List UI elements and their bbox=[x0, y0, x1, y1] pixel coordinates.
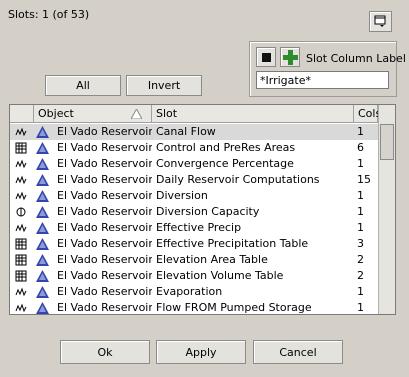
object-cell: El Vado Reservoir bbox=[57, 237, 152, 250]
object-cell: El Vado Reservoir bbox=[57, 301, 152, 314]
object-type-icon bbox=[36, 270, 49, 285]
table-row[interactable]: El Vado Reservoir Diversion Capacity 1 bbox=[10, 204, 378, 220]
object-cell: El Vado Reservoir bbox=[57, 157, 152, 170]
invert-button[interactable]: Invert bbox=[126, 75, 202, 96]
ok-button[interactable]: Ok bbox=[60, 340, 150, 364]
series-slot-icon bbox=[15, 286, 27, 301]
series-slot-icon bbox=[15, 190, 27, 205]
object-type-icon bbox=[36, 126, 49, 141]
object-type-icon bbox=[36, 142, 49, 157]
object-type-icon bbox=[36, 174, 49, 189]
slot-cell: Flow FROM Pumped Storage bbox=[156, 301, 312, 314]
object-cell: El Vado Reservoir bbox=[57, 141, 152, 154]
cols-column-header[interactable]: Cols bbox=[354, 105, 381, 123]
stop-button[interactable] bbox=[256, 47, 276, 67]
table-row[interactable]: El Vado Reservoir Flow FROM Pumped Storag… bbox=[10, 300, 378, 314]
object-type-icon bbox=[36, 302, 49, 314]
cols-cell: 3 bbox=[357, 237, 364, 250]
cancel-button[interactable]: Cancel bbox=[253, 340, 343, 364]
object-cell: El Vado Reservoir bbox=[57, 173, 152, 186]
slot-column-input[interactable] bbox=[256, 71, 389, 89]
slots-table: Object Slot Cols El Vado Reservoir Canal … bbox=[9, 104, 396, 315]
table-row[interactable]: El Vado Reservoir Control and PreRes Area… bbox=[10, 140, 378, 156]
table-slot-icon bbox=[15, 254, 27, 269]
table-row[interactable]: El Vado Reservoir Diversion 1 bbox=[10, 188, 378, 204]
slot-cell: Elevation Volume Table bbox=[156, 269, 284, 282]
apply-button[interactable]: Apply bbox=[156, 340, 246, 364]
cols-cell: 2 bbox=[357, 253, 364, 266]
agg-slot-icon bbox=[15, 206, 27, 221]
vertical-scrollbar[interactable] bbox=[378, 105, 395, 314]
slot-cell: Diversion Capacity bbox=[156, 205, 260, 218]
object-type-icon bbox=[36, 190, 49, 205]
object-type-icon bbox=[36, 238, 49, 253]
slot-cell: Convergence Percentage bbox=[156, 157, 294, 170]
object-cell: El Vado Reservoir bbox=[57, 125, 152, 138]
slot-cell: Control and PreRes Areas bbox=[156, 141, 296, 154]
object-type-icon bbox=[36, 254, 49, 269]
object-column-header[interactable]: Object bbox=[34, 105, 152, 123]
table-row[interactable]: El Vado Reservoir Daily Reservoir Computa… bbox=[10, 172, 378, 188]
slot-column-header[interactable]: Slot bbox=[152, 105, 354, 123]
series-slot-icon bbox=[15, 222, 27, 237]
plus-icon bbox=[282, 49, 298, 65]
series-slot-icon bbox=[15, 174, 27, 189]
sort-up-icon bbox=[131, 109, 142, 119]
table-slot-icon bbox=[15, 270, 27, 285]
object-cell: El Vado Reservoir bbox=[57, 269, 152, 282]
cols-cell: 1 bbox=[357, 189, 364, 202]
object-cell: El Vado Reservoir bbox=[57, 221, 152, 234]
table-row[interactable]: El Vado Reservoir Elevation Volume Table 2 bbox=[10, 268, 378, 284]
object-cell: El Vado Reservoir bbox=[57, 205, 152, 218]
add-button[interactable] bbox=[280, 47, 300, 67]
table-row[interactable]: El Vado Reservoir Canal Flow 1 bbox=[10, 124, 378, 140]
series-slot-icon bbox=[15, 302, 27, 314]
object-type-icon bbox=[36, 158, 49, 173]
cols-cell: 1 bbox=[357, 157, 364, 170]
table-row[interactable]: El Vado Reservoir Evaporation 1 bbox=[10, 284, 378, 300]
object-type-icon bbox=[36, 286, 49, 301]
slots-count-label: Slots: 1 (of 53) bbox=[8, 8, 90, 21]
scroll-thumb[interactable] bbox=[380, 124, 394, 160]
object-cell: El Vado Reservoir bbox=[57, 189, 152, 202]
cols-cell: 1 bbox=[357, 285, 364, 298]
slot-cell: Elevation Area Table bbox=[156, 253, 268, 266]
table-row[interactable]: El Vado Reservoir Effective Precipitation… bbox=[10, 236, 378, 252]
slot-cell: Evaporation bbox=[156, 285, 223, 298]
series-slot-icon bbox=[15, 158, 27, 173]
cols-cell: 1 bbox=[357, 301, 364, 314]
cols-cell: 2 bbox=[357, 269, 364, 282]
object-cell: El Vado Reservoir bbox=[57, 285, 152, 298]
table-row[interactable]: El Vado Reservoir Effective Precip 1 bbox=[10, 220, 378, 236]
slot-cell: Effective Precipitation Table bbox=[156, 237, 309, 250]
cols-cell: 6 bbox=[357, 141, 364, 154]
object-cell: El Vado Reservoir bbox=[57, 253, 152, 266]
cols-cell: 1 bbox=[357, 221, 364, 234]
object-type-icon bbox=[36, 222, 49, 237]
menu-icon bbox=[374, 15, 386, 27]
series-slot-icon bbox=[15, 126, 27, 141]
slot-column-label: Slot Column Label bbox=[306, 52, 406, 65]
slot-cell: Effective Precip bbox=[156, 221, 242, 234]
slot-cell: Daily Reservoir Computations bbox=[156, 173, 320, 186]
table-row[interactable]: El Vado Reservoir Elevation Area Table 2 bbox=[10, 252, 378, 268]
cols-cell: 1 bbox=[357, 205, 364, 218]
menu-button[interactable] bbox=[369, 11, 392, 32]
slot-cell: Diversion bbox=[156, 189, 208, 202]
table-slot-icon bbox=[15, 142, 27, 157]
cols-cell: 1 bbox=[357, 125, 364, 138]
icon-column-header bbox=[10, 105, 34, 123]
object-type-icon bbox=[36, 206, 49, 221]
slot-cell: Canal Flow bbox=[156, 125, 216, 138]
table-slot-icon bbox=[15, 238, 27, 253]
table-row[interactable]: El Vado Reservoir Convergence Percentage 1 bbox=[10, 156, 378, 172]
all-button[interactable]: All bbox=[45, 75, 121, 96]
cols-cell: 15 bbox=[357, 173, 371, 186]
square-icon bbox=[261, 52, 271, 62]
